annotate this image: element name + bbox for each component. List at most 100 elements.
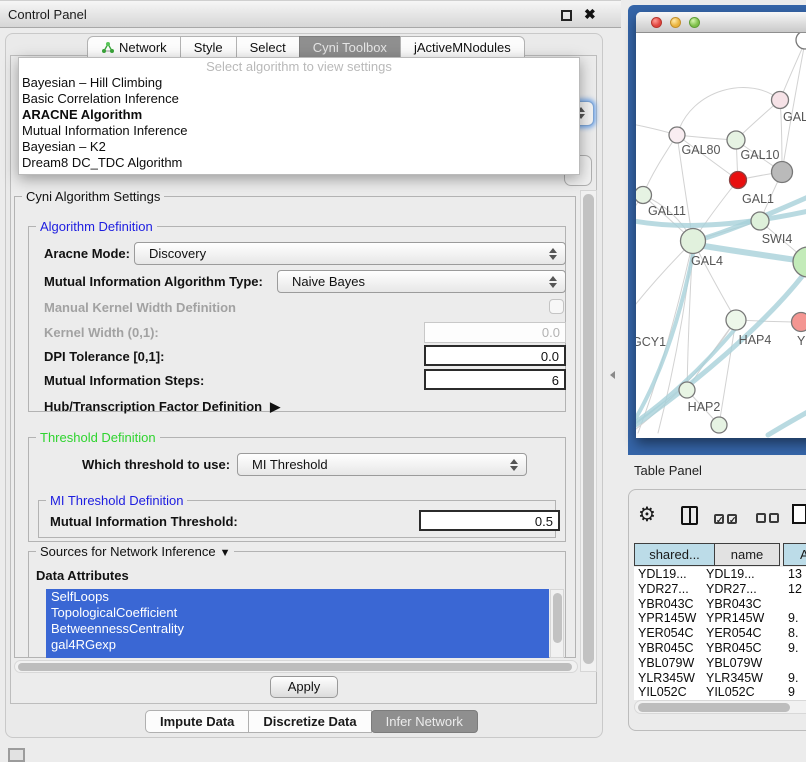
gear-icon[interactable]: ⚙: [638, 503, 656, 527]
table-row[interactable]: YPR145WYPR145W9.: [634, 611, 806, 626]
attribute-item-selected[interactable]: BetweennessCentrality: [46, 621, 549, 637]
attribute-item-selected[interactable]: SelfLoops: [46, 589, 549, 605]
tab-label: Cyni Toolbox: [313, 40, 387, 55]
manual-kernel-checkbox[interactable]: [549, 299, 564, 314]
control-panel-tabs: Network Style Select Cyni Toolbox jActiv…: [88, 36, 525, 59]
scrollbar-thumb[interactable]: [638, 703, 790, 712]
mi-threshold-label: Mutual Information Threshold:: [50, 514, 238, 529]
network-node[interactable]: [772, 92, 789, 109]
table-cell: YBR043C: [700, 597, 780, 612]
close-icon[interactable]: ✖: [584, 6, 596, 23]
tab-label: Infer Network: [386, 714, 463, 729]
minimize-traffic-light-icon[interactable]: [670, 17, 681, 28]
zoom-traffic-light-icon[interactable]: [689, 17, 700, 28]
network-node[interactable]: [681, 229, 706, 254]
network-node[interactable]: [669, 127, 685, 143]
network-node[interactable]: [793, 247, 806, 277]
mi-threshold-field[interactable]: 0.5: [419, 510, 560, 531]
network-node[interactable]: [792, 313, 806, 332]
network-canvas[interactable]: GALGAL80GAL10GAL1GAL11GAL4SWI4GCY1HAP4YH…: [636, 33, 806, 438]
settings-vertical-scrollbar[interactable]: [580, 190, 597, 672]
settings-horizontal-scrollbar[interactable]: [14, 660, 578, 673]
table-cell: YIL052C: [700, 685, 780, 700]
dropdown-placeholder: Select algorithm to view settings: [19, 58, 579, 75]
attribute-item-selected[interactable]: TopologicalCoefficient: [46, 605, 549, 621]
algorithm-option[interactable]: Mutual Information Inference: [19, 123, 579, 139]
scrollbar-thumb[interactable]: [583, 194, 594, 664]
mi-algorithm-type-combo[interactable]: Naive Bayes: [277, 270, 566, 293]
tab-discretize-data[interactable]: Discretize Data: [248, 710, 371, 733]
tab-select[interactable]: Select: [236, 36, 300, 59]
sources-title: Sources for Network Inference: [40, 544, 216, 559]
algorithm-option-selected[interactable]: ARACNE Algorithm: [19, 107, 579, 123]
network-node[interactable]: [730, 172, 747, 189]
network-node-label: GCY1: [636, 335, 666, 349]
close-traffic-light-icon[interactable]: [651, 17, 662, 28]
network-window-titlebar[interactable]: [636, 12, 806, 33]
table-cell: YLR345W: [634, 671, 700, 686]
table-row[interactable]: YBR043CYBR043C: [634, 597, 806, 612]
tab-impute-data[interactable]: Impute Data: [145, 710, 249, 733]
float-window-icon[interactable]: [561, 10, 572, 21]
apply-button[interactable]: Apply: [270, 676, 338, 698]
network-node[interactable]: [751, 212, 769, 230]
scrollbar-thumb[interactable]: [553, 593, 562, 643]
panel-divider-arrow[interactable]: [610, 371, 615, 379]
network-node[interactable]: [711, 417, 727, 433]
column-header-name[interactable]: name: [714, 543, 780, 566]
tab-network[interactable]: Network: [87, 36, 181, 59]
dpi-tolerance-field[interactable]: 0.0: [424, 345, 566, 366]
column-header-shared-name[interactable]: shared...: [634, 543, 714, 566]
sources-toggle[interactable]: Sources for Network Inference▼: [36, 544, 234, 559]
table-horizontal-scrollbar[interactable]: [634, 700, 806, 714]
table-row[interactable]: YDR27...YDR27...12: [634, 582, 806, 597]
mi-steps-label: Mutual Information Steps:: [44, 373, 204, 388]
combo-spinner-icon: [548, 247, 556, 261]
attribute-item-selected[interactable]: gal4RGexp: [46, 637, 549, 653]
table-cell: YBR045C: [634, 641, 700, 656]
algorithm-option[interactable]: Bayesian – K2: [19, 139, 579, 155]
column-header-partial[interactable]: A: [783, 543, 806, 566]
network-node[interactable]: [796, 33, 806, 49]
network-node[interactable]: [727, 131, 745, 149]
network-node[interactable]: [726, 310, 746, 330]
algorithm-dropdown-list: Select algorithm to view settings Bayesi…: [18, 57, 580, 175]
tab-jactivemnodules[interactable]: jActiveMNodules: [400, 36, 525, 59]
minimized-panel-icon[interactable]: [8, 748, 25, 762]
table-cell: YER054C: [634, 626, 700, 641]
algorithm-option[interactable]: Bayesian – Hill Climbing: [19, 75, 579, 91]
deselect-all-columns-icon[interactable]: [756, 511, 782, 526]
table-row[interactable]: YER054CYER054C8.: [634, 626, 806, 641]
manual-kernel-label: Manual Kernel Width Definition: [44, 300, 236, 315]
tab-style[interactable]: Style: [180, 36, 237, 59]
unchecked-box-icon: [769, 513, 779, 523]
table-cell: 9: [780, 685, 806, 700]
aracne-mode-combo[interactable]: Discovery: [134, 242, 566, 265]
tab-cyni-toolbox[interactable]: Cyni Toolbox: [299, 36, 401, 59]
data-attributes-list: SelfLoops TopologicalCoefficient Between…: [46, 589, 549, 658]
network-edge: [780, 42, 805, 100]
attribute-list-scrollbar[interactable]: [550, 589, 564, 658]
algorithm-option[interactable]: Basic Correlation Inference: [19, 91, 579, 107]
kernel-width-field[interactable]: 0.0: [424, 322, 566, 343]
combo-spinner-icon: [548, 275, 556, 289]
table-row[interactable]: YLR345WYLR345W9.: [634, 671, 806, 686]
table-row[interactable]: YBL079WYBL079W: [634, 656, 806, 671]
scrollbar-thumb[interactable]: [18, 663, 572, 671]
table-row[interactable]: YIL052CYIL052C9: [634, 685, 806, 700]
network-node[interactable]: [679, 382, 695, 398]
tab-infer-network[interactable]: Infer Network: [371, 710, 478, 733]
network-node[interactable]: [772, 162, 793, 183]
export-table-icon[interactable]: [792, 504, 806, 524]
which-threshold-combo[interactable]: MI Threshold: [237, 453, 527, 476]
algorithm-option[interactable]: Dream8 DC_TDC Algorithm: [19, 155, 579, 171]
mi-steps-field[interactable]: 6: [424, 369, 566, 390]
hub-section-toggle[interactable]: Hub/Transcription Factor Definition▶: [44, 399, 280, 415]
table-row[interactable]: YBR045CYBR045C9.: [634, 641, 806, 656]
table-row[interactable]: YDL19...YDL19...13: [634, 567, 806, 582]
column-layout-icon[interactable]: [681, 506, 698, 525]
network-node[interactable]: [636, 187, 652, 204]
network-edge: [677, 88, 780, 135]
expand-right-icon: ▶: [270, 399, 280, 415]
select-all-columns-icon[interactable]: ✓✓: [714, 511, 740, 526]
